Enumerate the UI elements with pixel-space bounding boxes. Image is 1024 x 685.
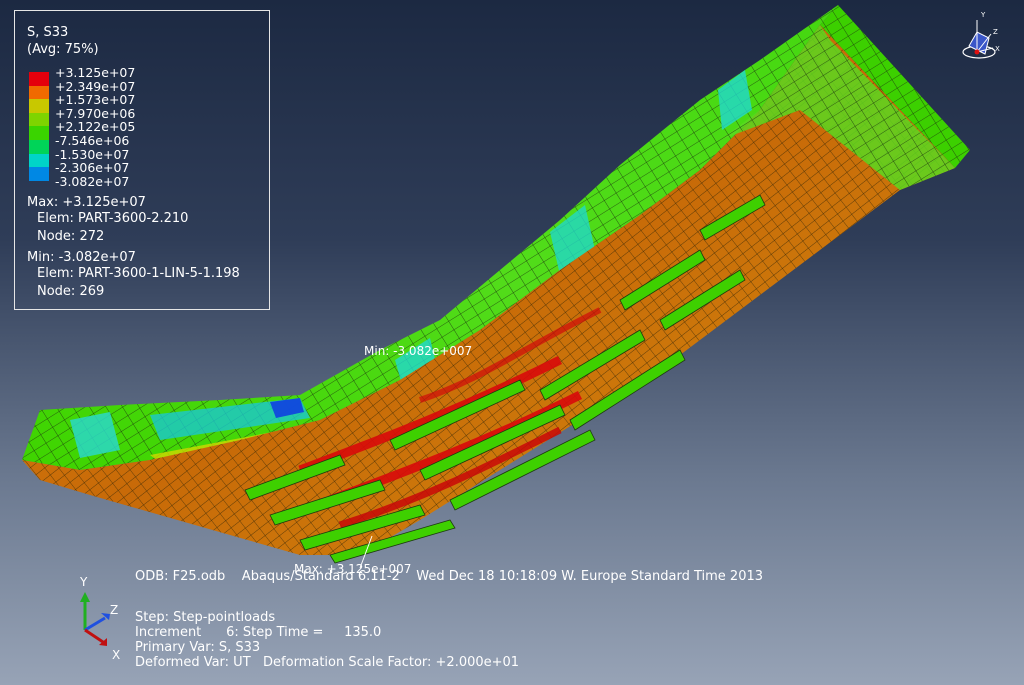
colorbar-swatch bbox=[29, 99, 49, 113]
viewport[interactable]: Y Z X S, S33 (Avg: 75%) +3.125e+07 +2.349… bbox=[0, 0, 1024, 685]
colorbar-level-label: -2.306e+07 bbox=[55, 160, 130, 176]
legend-variable: S, S33 bbox=[27, 25, 69, 40]
colorbar-level-label: +7.970e+06 bbox=[55, 105, 136, 121]
colorbar-level-label: -1.530e+07 bbox=[55, 146, 130, 162]
legend-averaging: (Avg: 75%) bbox=[27, 42, 99, 57]
triad-y-label: Y bbox=[80, 575, 88, 589]
colorbar-swatch bbox=[29, 153, 49, 168]
colorbar-level-label: -3.082e+07 bbox=[55, 173, 130, 189]
legend-max-value: Max: +3.125e+07 bbox=[27, 195, 146, 210]
status-increment: Increment 6: Step Time = 135.0 bbox=[135, 625, 382, 640]
axis-triad bbox=[80, 592, 110, 646]
colorbar-swatch bbox=[29, 167, 49, 181]
contour-legend[interactable]: S, S33 (Avg: 75%) +3.125e+07 +2.349e+07 +1… bbox=[14, 10, 270, 310]
colorbar-level-label: +2.349e+07 bbox=[55, 78, 136, 94]
triad-x-label: X bbox=[112, 648, 121, 662]
status-primary-var: Primary Var: S, S33 bbox=[135, 640, 261, 655]
min-annotation: Min: -3.082e+007 bbox=[364, 344, 473, 358]
legend-min-node: Node: 269 bbox=[37, 284, 105, 299]
colorbar-swatch bbox=[29, 126, 49, 140]
viewcube-z-label: Z bbox=[993, 28, 998, 36]
colorbar-level-label: +3.125e+07 bbox=[55, 65, 136, 80]
colorbar-swatch bbox=[29, 72, 49, 86]
colorbar-level-label: -7.546e+06 bbox=[55, 133, 130, 148]
legend-min-value: Min: -3.082e+07 bbox=[27, 250, 136, 265]
legend-max-elem: Elem: PART-3600-2.210 bbox=[37, 211, 189, 226]
status-deformed-var: Deformed Var: UT Deformation Scale Facto… bbox=[135, 655, 520, 670]
legend-min-elem: Elem: PART-3600-1-LIN-5-1.198 bbox=[37, 266, 240, 281]
legend-max-node: Node: 272 bbox=[37, 229, 105, 244]
viewcube-x-label: X bbox=[995, 45, 1000, 53]
status-odb: ODB: F25.odb Abaqus/Standard 6.11-2 Wed … bbox=[135, 569, 764, 584]
colorbar-swatch bbox=[29, 112, 49, 127]
viewcube[interactable] bbox=[962, 20, 996, 59]
triad-z-label: Z bbox=[110, 603, 119, 617]
viewcube-y-label: Y bbox=[980, 11, 986, 19]
colorbar-level-label: +1.573e+07 bbox=[55, 92, 136, 108]
colorbar-level-label: +2.122e+05 bbox=[55, 119, 136, 135]
colorbar-swatch bbox=[29, 85, 49, 100]
colorbar-swatch bbox=[29, 140, 49, 154]
status-step: Step: Step-pointloads bbox=[135, 610, 276, 625]
